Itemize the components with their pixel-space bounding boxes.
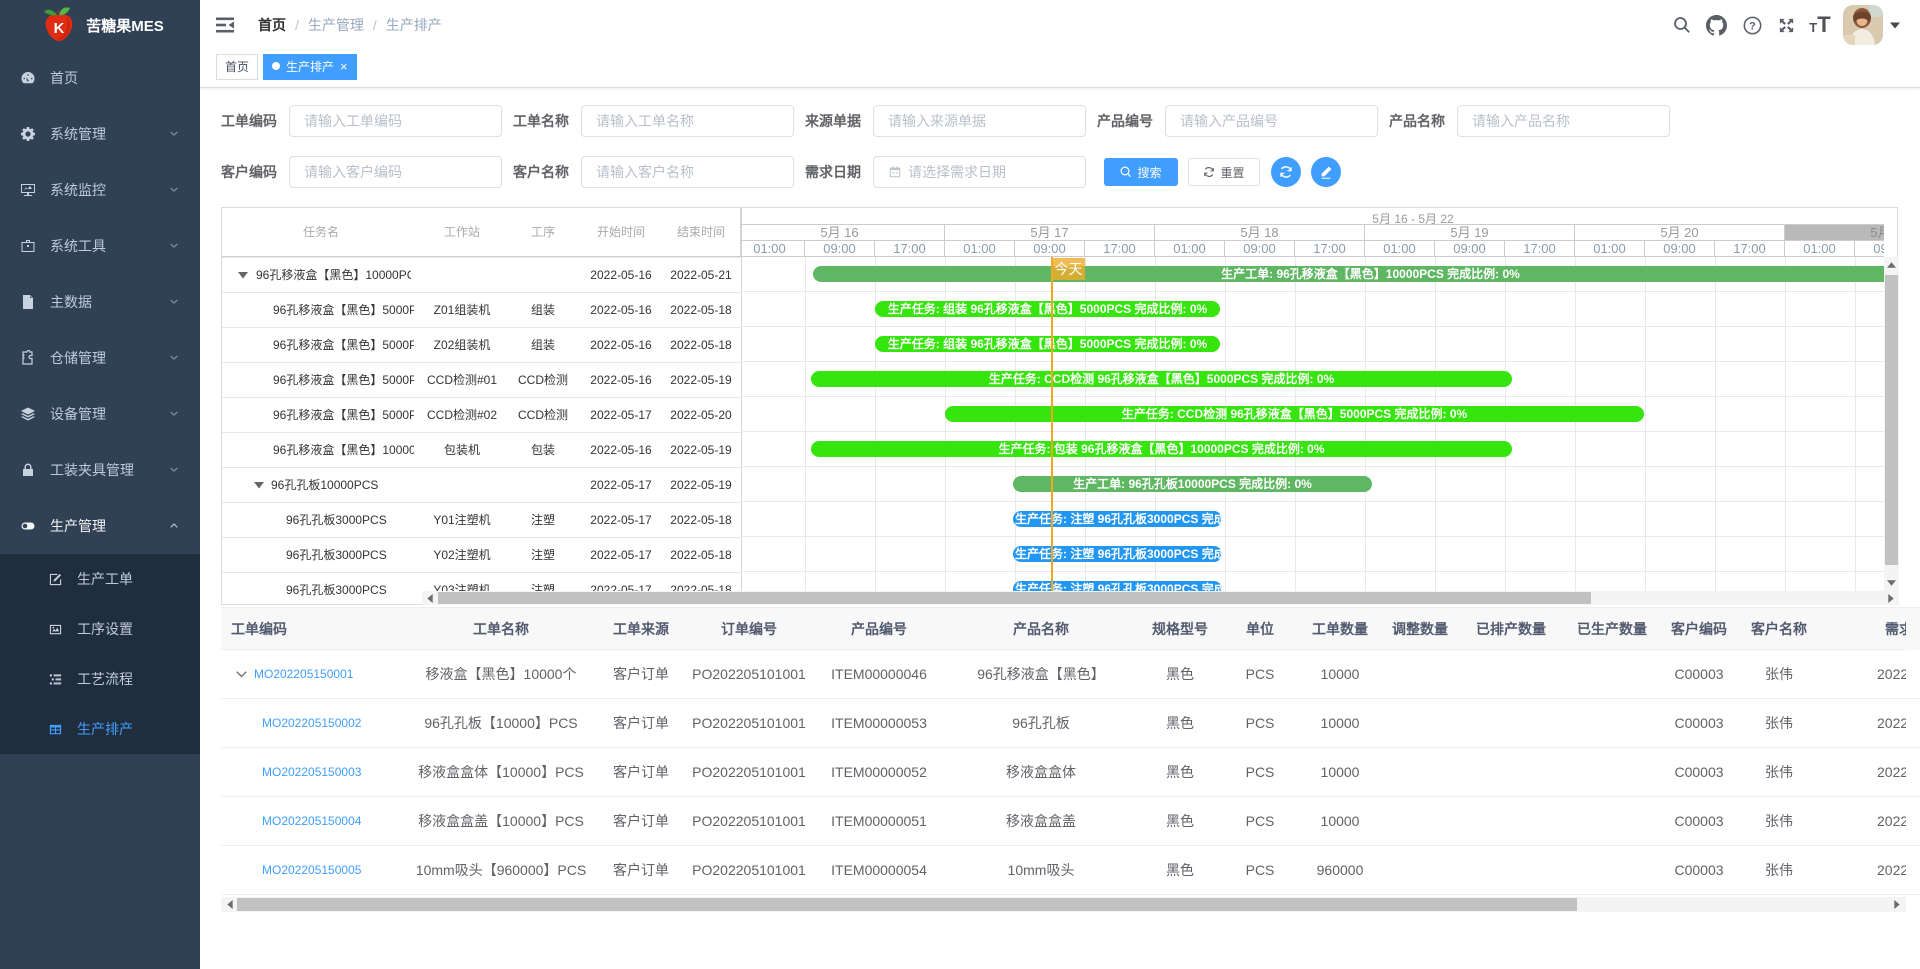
svg-text:K: K — [54, 20, 65, 37]
svg-text:?: ? — [1749, 20, 1756, 32]
